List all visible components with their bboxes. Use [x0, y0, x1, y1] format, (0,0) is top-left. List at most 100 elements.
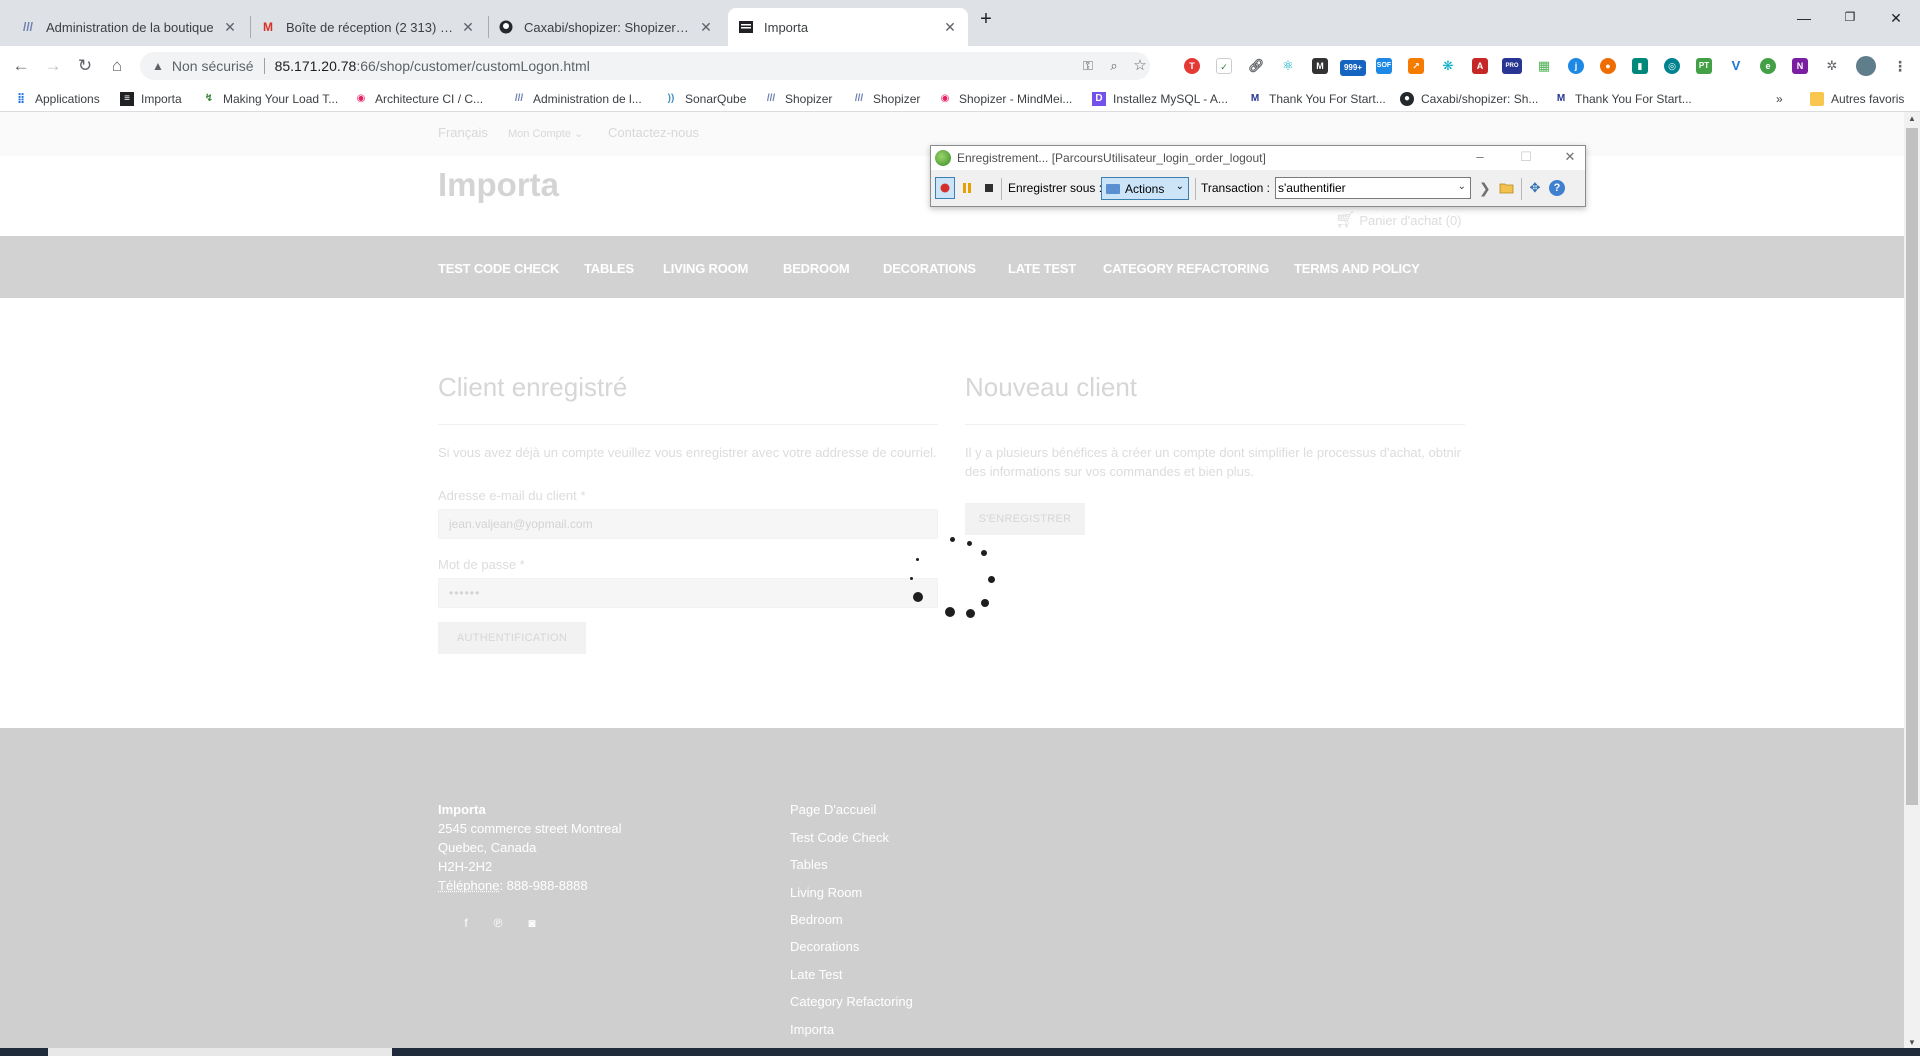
save-as-dropdown[interactable]: Actions ⌄: [1101, 177, 1189, 200]
bookmark-sonarqube[interactable]: )) SonarQube: [664, 90, 747, 108]
bookmark-caxabi[interactable]: ● Caxabi/shopizer: Sh...: [1400, 90, 1538, 108]
footer-link-category-refactoring[interactable]: Category Refactoring: [790, 994, 913, 1009]
star-icon[interactable]: ☆: [1132, 56, 1148, 74]
avatar[interactable]: [1856, 56, 1876, 76]
account-menu[interactable]: Mon Compte ⌄: [508, 127, 583, 140]
pdf-icon[interactable]: A: [1472, 58, 1488, 74]
pinterest-icon[interactable]: ℗: [490, 916, 506, 932]
password-field[interactable]: ••••••: [438, 578, 938, 608]
register-button[interactable]: S'ENREGISTRER: [965, 503, 1085, 535]
tab-administration[interactable]: /// Administration de la boutique ✕: [10, 8, 248, 46]
extension-sof-icon[interactable]: SOF: [1376, 58, 1392, 74]
footer-link-decorations[interactable]: Decorations: [790, 939, 859, 954]
menu-icon[interactable]: ⋮: [1892, 58, 1908, 74]
onenote-icon[interactable]: N: [1792, 58, 1808, 74]
nav-living-room[interactable]: LIVING ROOM: [663, 261, 748, 276]
extension-circle-icon[interactable]: ◎: [1664, 58, 1680, 74]
minimize-icon[interactable]: —: [1794, 10, 1814, 30]
bookmark-applications[interactable]: ⣿ Applications: [14, 90, 100, 108]
reload-icon[interactable]: ↻: [74, 55, 96, 77]
react-icon[interactable]: ⚛: [1280, 58, 1296, 74]
forward-arrow-icon[interactable]: →: [42, 55, 64, 77]
footer-link-bedroom[interactable]: Bedroom: [790, 912, 843, 927]
close-icon[interactable]: ✕: [222, 19, 238, 36]
open-folder-icon[interactable]: [1499, 180, 1515, 196]
collapse-icon[interactable]: ✥: [1527, 180, 1543, 196]
close-icon[interactable]: ✕: [460, 19, 476, 36]
close-icon[interactable]: ✕: [1561, 149, 1579, 167]
footer-link-home[interactable]: Page D'accueil: [790, 802, 876, 817]
extension-chart-icon[interactable]: ↗: [1408, 58, 1424, 74]
contact-link[interactable]: Contactez-nous: [608, 125, 699, 140]
evernote-icon[interactable]: e: [1760, 58, 1776, 74]
link-icon[interactable]: 🔗︎: [1248, 58, 1265, 74]
nav-category-refactoring[interactable]: CATEGORY REFACTORING: [1103, 261, 1269, 276]
transaction-combobox[interactable]: s'authentifier ⌄: [1275, 177, 1471, 199]
extension-pt-icon[interactable]: PT: [1696, 58, 1712, 74]
address-bar[interactable]: ▲ Non sécurisé 85.171.20.78 :66/shop/cus…: [140, 52, 1150, 80]
footer-link-test-code-check[interactable]: Test Code Check: [790, 830, 889, 845]
bookmark-architecture[interactable]: ◉ Architecture CI / C...: [354, 90, 483, 108]
restore-icon[interactable]: ❐: [1840, 10, 1860, 30]
close-window-icon[interactable]: ✕: [1886, 10, 1906, 30]
login-button[interactable]: AUTHENTIFICATION: [438, 622, 586, 654]
nav-test-code-check[interactable]: TEST CODE CHECK: [438, 261, 559, 276]
instagram-icon[interactable]: ◙: [524, 916, 540, 932]
footer-link-living-room[interactable]: Living Room: [790, 885, 862, 900]
scrollbar-thumb[interactable]: [1906, 128, 1918, 805]
play-arrow-icon[interactable]: ❯: [1479, 180, 1495, 196]
zoom-icon[interactable]: ⌕: [1106, 58, 1122, 74]
site-logo[interactable]: Importa: [438, 166, 559, 204]
cookie-icon[interactable]: ●: [1600, 58, 1616, 74]
home-icon[interactable]: ⌂: [106, 55, 128, 77]
bookmark-administration[interactable]: ///Administration de l...: [512, 90, 642, 108]
new-tab-button[interactable]: +: [976, 8, 996, 30]
extension-check-icon[interactable]: ✓: [1216, 58, 1232, 74]
extension-globe-icon[interactable]: ❋: [1440, 58, 1456, 74]
close-icon[interactable]: ✕: [698, 19, 714, 36]
email-field[interactable]: jean.valjean@yopmail.com: [438, 509, 938, 539]
bookmark-shopizer-1[interactable]: ///Shopizer: [764, 90, 833, 108]
language-link[interactable]: Français: [438, 125, 488, 140]
record-button[interactable]: [935, 177, 955, 199]
recorder-title-bar[interactable]: Enregistrement... [ParcoursUtilisateur_l…: [931, 146, 1585, 170]
pause-button[interactable]: [959, 180, 975, 196]
extension-teal-icon[interactable]: ▮: [1632, 58, 1648, 74]
key-icon[interactable]: ⚿: [1080, 58, 1096, 74]
other-bookmarks[interactable]: Autres favoris: [1810, 90, 1904, 108]
puzzle-icon[interactable]: ✲: [1824, 58, 1840, 74]
bookmark-mysql[interactable]: D Installez MySQL - A...: [1092, 90, 1228, 108]
bookmark-shopizer-2[interactable]: ///Shopizer: [852, 90, 921, 108]
extension-red-icon[interactable]: T: [1184, 58, 1200, 74]
scroll-up-arrow-icon[interactable]: ▲: [1906, 114, 1918, 123]
bookmark-making-load[interactable]: ↯ Making Your Load T...: [202, 90, 338, 108]
nav-terms-and-policy[interactable]: TERMS AND POLICY: [1294, 261, 1420, 276]
extension-999-icon[interactable]: 999+: [1340, 60, 1366, 76]
facebook-icon[interactable]: f: [458, 916, 474, 932]
bookmark-thank-you-1[interactable]: M Thank You For Start...: [1248, 90, 1386, 108]
footer-link-tables[interactable]: Tables: [790, 857, 828, 872]
footer-link-importa[interactable]: Importa: [790, 1022, 834, 1037]
bookmark-importa[interactable]: ≡ Importa: [120, 90, 182, 108]
extension-v-icon[interactable]: V: [1728, 58, 1744, 74]
extension-m-icon[interactable]: M: [1312, 58, 1328, 74]
tab-importa[interactable]: Importa ✕: [728, 8, 968, 46]
nav-tables[interactable]: TABLES: [584, 261, 634, 276]
minimize-icon[interactable]: –: [1471, 149, 1489, 167]
cart-link[interactable]: 🛒︎ Panier d'achat (0): [1335, 210, 1462, 230]
grid-icon[interactable]: ▦: [1536, 58, 1552, 74]
more-bookmarks-icon[interactable]: »: [1776, 90, 1783, 108]
extension-pro-icon[interactable]: PRO: [1502, 58, 1522, 74]
close-icon[interactable]: ✕: [942, 19, 958, 36]
nav-late-test[interactable]: LATE TEST: [1008, 261, 1076, 276]
tab-github[interactable]: Caxabi/shopizer: Shopizer java e- ✕: [488, 8, 724, 46]
bookmark-thank-you-2[interactable]: M Thank You For Start...: [1554, 90, 1692, 108]
back-arrow-icon[interactable]: ←: [10, 55, 32, 77]
bookmark-shopizer-mindmeister[interactable]: ◉ Shopizer - MindMei...: [938, 90, 1073, 108]
tab-gmail[interactable]: M Boîte de réception (2 313) - axel. ✕: [250, 8, 486, 46]
nav-decorations[interactable]: DECORATIONS: [883, 261, 976, 276]
stop-button[interactable]: [981, 180, 997, 196]
scroll-down-arrow-icon[interactable]: ▼: [1906, 1038, 1918, 1047]
nav-bedroom[interactable]: BEDROOM: [783, 261, 850, 276]
extension-j-icon[interactable]: j: [1568, 58, 1584, 74]
